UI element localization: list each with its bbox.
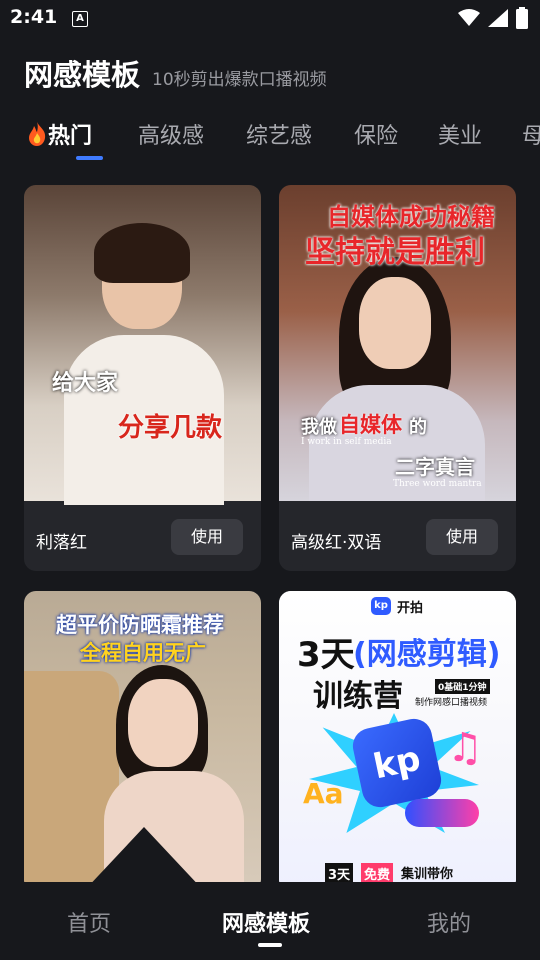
template-name: 利落红 bbox=[36, 533, 87, 553]
template-thumbnail[interactable]: kp 开拍 3天 (网感剪辑) 训练营 0基础1分钟 制作网感口播视频 kp ♫… bbox=[279, 591, 516, 882]
template-name: 高级红·双语 bbox=[291, 533, 382, 553]
page-subtitle: 10秒剪出爆款口播视频 bbox=[152, 70, 327, 90]
overlay-text: 3天 bbox=[325, 863, 354, 882]
tab-active-indicator bbox=[76, 156, 103, 160]
overlay-text: Three word mantra bbox=[393, 479, 482, 489]
use-button[interactable]: 使用 bbox=[171, 519, 243, 555]
use-button[interactable]: 使用 bbox=[426, 519, 498, 555]
overlay-text: 自媒体 bbox=[339, 412, 402, 437]
fire-icon bbox=[29, 122, 46, 146]
overlay-text: 集训带你 bbox=[401, 867, 454, 882]
status-time: 2:41 bbox=[10, 6, 58, 28]
tab-hot[interactable]: 热门 bbox=[26, 118, 92, 150]
status-icons bbox=[458, 7, 528, 29]
overlay-text: 给大家 bbox=[52, 370, 119, 396]
overlay-text: 分享几款 bbox=[118, 413, 223, 443]
overlay-text: 超平价防晒霜推荐 bbox=[56, 612, 224, 637]
template-thumbnail[interactable]: 给大家 分享几款 bbox=[24, 185, 261, 505]
overlay-text: 二字真言 bbox=[395, 455, 475, 479]
overlay-text: 免费 bbox=[361, 863, 394, 882]
template-thumbnail[interactable]: 超平价防晒霜推荐 全程自用无广 bbox=[24, 591, 261, 882]
template-grid: 给大家 分享几款 利落红 使用 自媒体成功秘籍 坚持就是胜利 我做 自媒体 的 … bbox=[24, 185, 516, 882]
tab-insurance[interactable]: 保险 bbox=[354, 118, 398, 150]
tab-beauty[interactable]: 美业 bbox=[438, 118, 482, 150]
bottom-nav: 首页 网感模板 我的 bbox=[0, 882, 540, 960]
tab-label: 热门 bbox=[48, 124, 93, 149]
nav-active-indicator bbox=[258, 943, 282, 947]
notification-icon: A bbox=[72, 11, 88, 27]
overlay-text: 0基础1分钟 bbox=[435, 679, 490, 694]
battery-icon bbox=[516, 7, 528, 29]
kaipai-app-icon: kp bbox=[349, 715, 445, 811]
nav-mine[interactable]: 我的 bbox=[427, 906, 471, 938]
face-shape bbox=[359, 277, 431, 369]
nav-templates[interactable]: 网感模板 bbox=[222, 906, 310, 938]
template-footer: 高级红·双语 使用 bbox=[279, 501, 516, 571]
page-title: 网感模板 bbox=[24, 58, 141, 92]
nav-home[interactable]: 首页 bbox=[67, 906, 111, 938]
overlay-text: 3天 bbox=[297, 635, 355, 675]
overlay-text: (网感剪辑) bbox=[353, 637, 501, 672]
face-shape bbox=[128, 679, 198, 767]
brand-name: 开拍 bbox=[397, 601, 424, 616]
template-thumbnail[interactable]: 自媒体成功秘籍 坚持就是胜利 我做 自媒体 的 I work in self m… bbox=[279, 185, 516, 501]
template-card[interactable]: 超平价防晒霜推荐 全程自用无广 bbox=[24, 591, 261, 882]
hair-shape bbox=[94, 223, 190, 283]
wifi-icon bbox=[458, 9, 480, 26]
overlay-text: I work in self media bbox=[301, 437, 392, 447]
page-header: 网感模板 10秒剪出爆款口播视频 bbox=[24, 52, 327, 94]
overlay-text: 坚持就是胜利 bbox=[305, 235, 485, 270]
overlay-text: 的 bbox=[409, 417, 427, 438]
tab-premium[interactable]: 高级感 bbox=[138, 118, 204, 150]
template-card[interactable]: 自媒体成功秘籍 坚持就是胜利 我做 自媒体 的 I work in self m… bbox=[279, 185, 516, 571]
template-card[interactable]: 给大家 分享几款 利落红 使用 bbox=[24, 185, 261, 571]
template-card[interactable]: kp 开拍 3天 (网感剪辑) 训练营 0基础1分钟 制作网感口播视频 kp ♫… bbox=[279, 591, 516, 882]
play-triangle-shape bbox=[84, 827, 204, 882]
squiggle-shape bbox=[405, 799, 479, 827]
overlay-text: 全程自用无广 bbox=[80, 640, 206, 665]
overlay-text: 我做 bbox=[301, 417, 337, 438]
music-note-icon: ♫ bbox=[447, 725, 483, 771]
template-footer: 利落红 使用 bbox=[24, 501, 261, 571]
tab-mother[interactable]: 母 bbox=[522, 118, 540, 150]
overlay-text: 制作网感口播视频 bbox=[415, 698, 488, 708]
aa-icon: Aa bbox=[303, 777, 344, 810]
kaipai-logo-icon: kp bbox=[371, 597, 391, 615]
status-bar: 2:41 A bbox=[0, 0, 540, 36]
signal-icon bbox=[488, 9, 508, 27]
category-tabs: 热门 高级感 综艺感 保险 美业 母 bbox=[26, 118, 540, 164]
tab-variety[interactable]: 综艺感 bbox=[246, 118, 312, 150]
overlay-text: 训练营 bbox=[313, 679, 403, 714]
